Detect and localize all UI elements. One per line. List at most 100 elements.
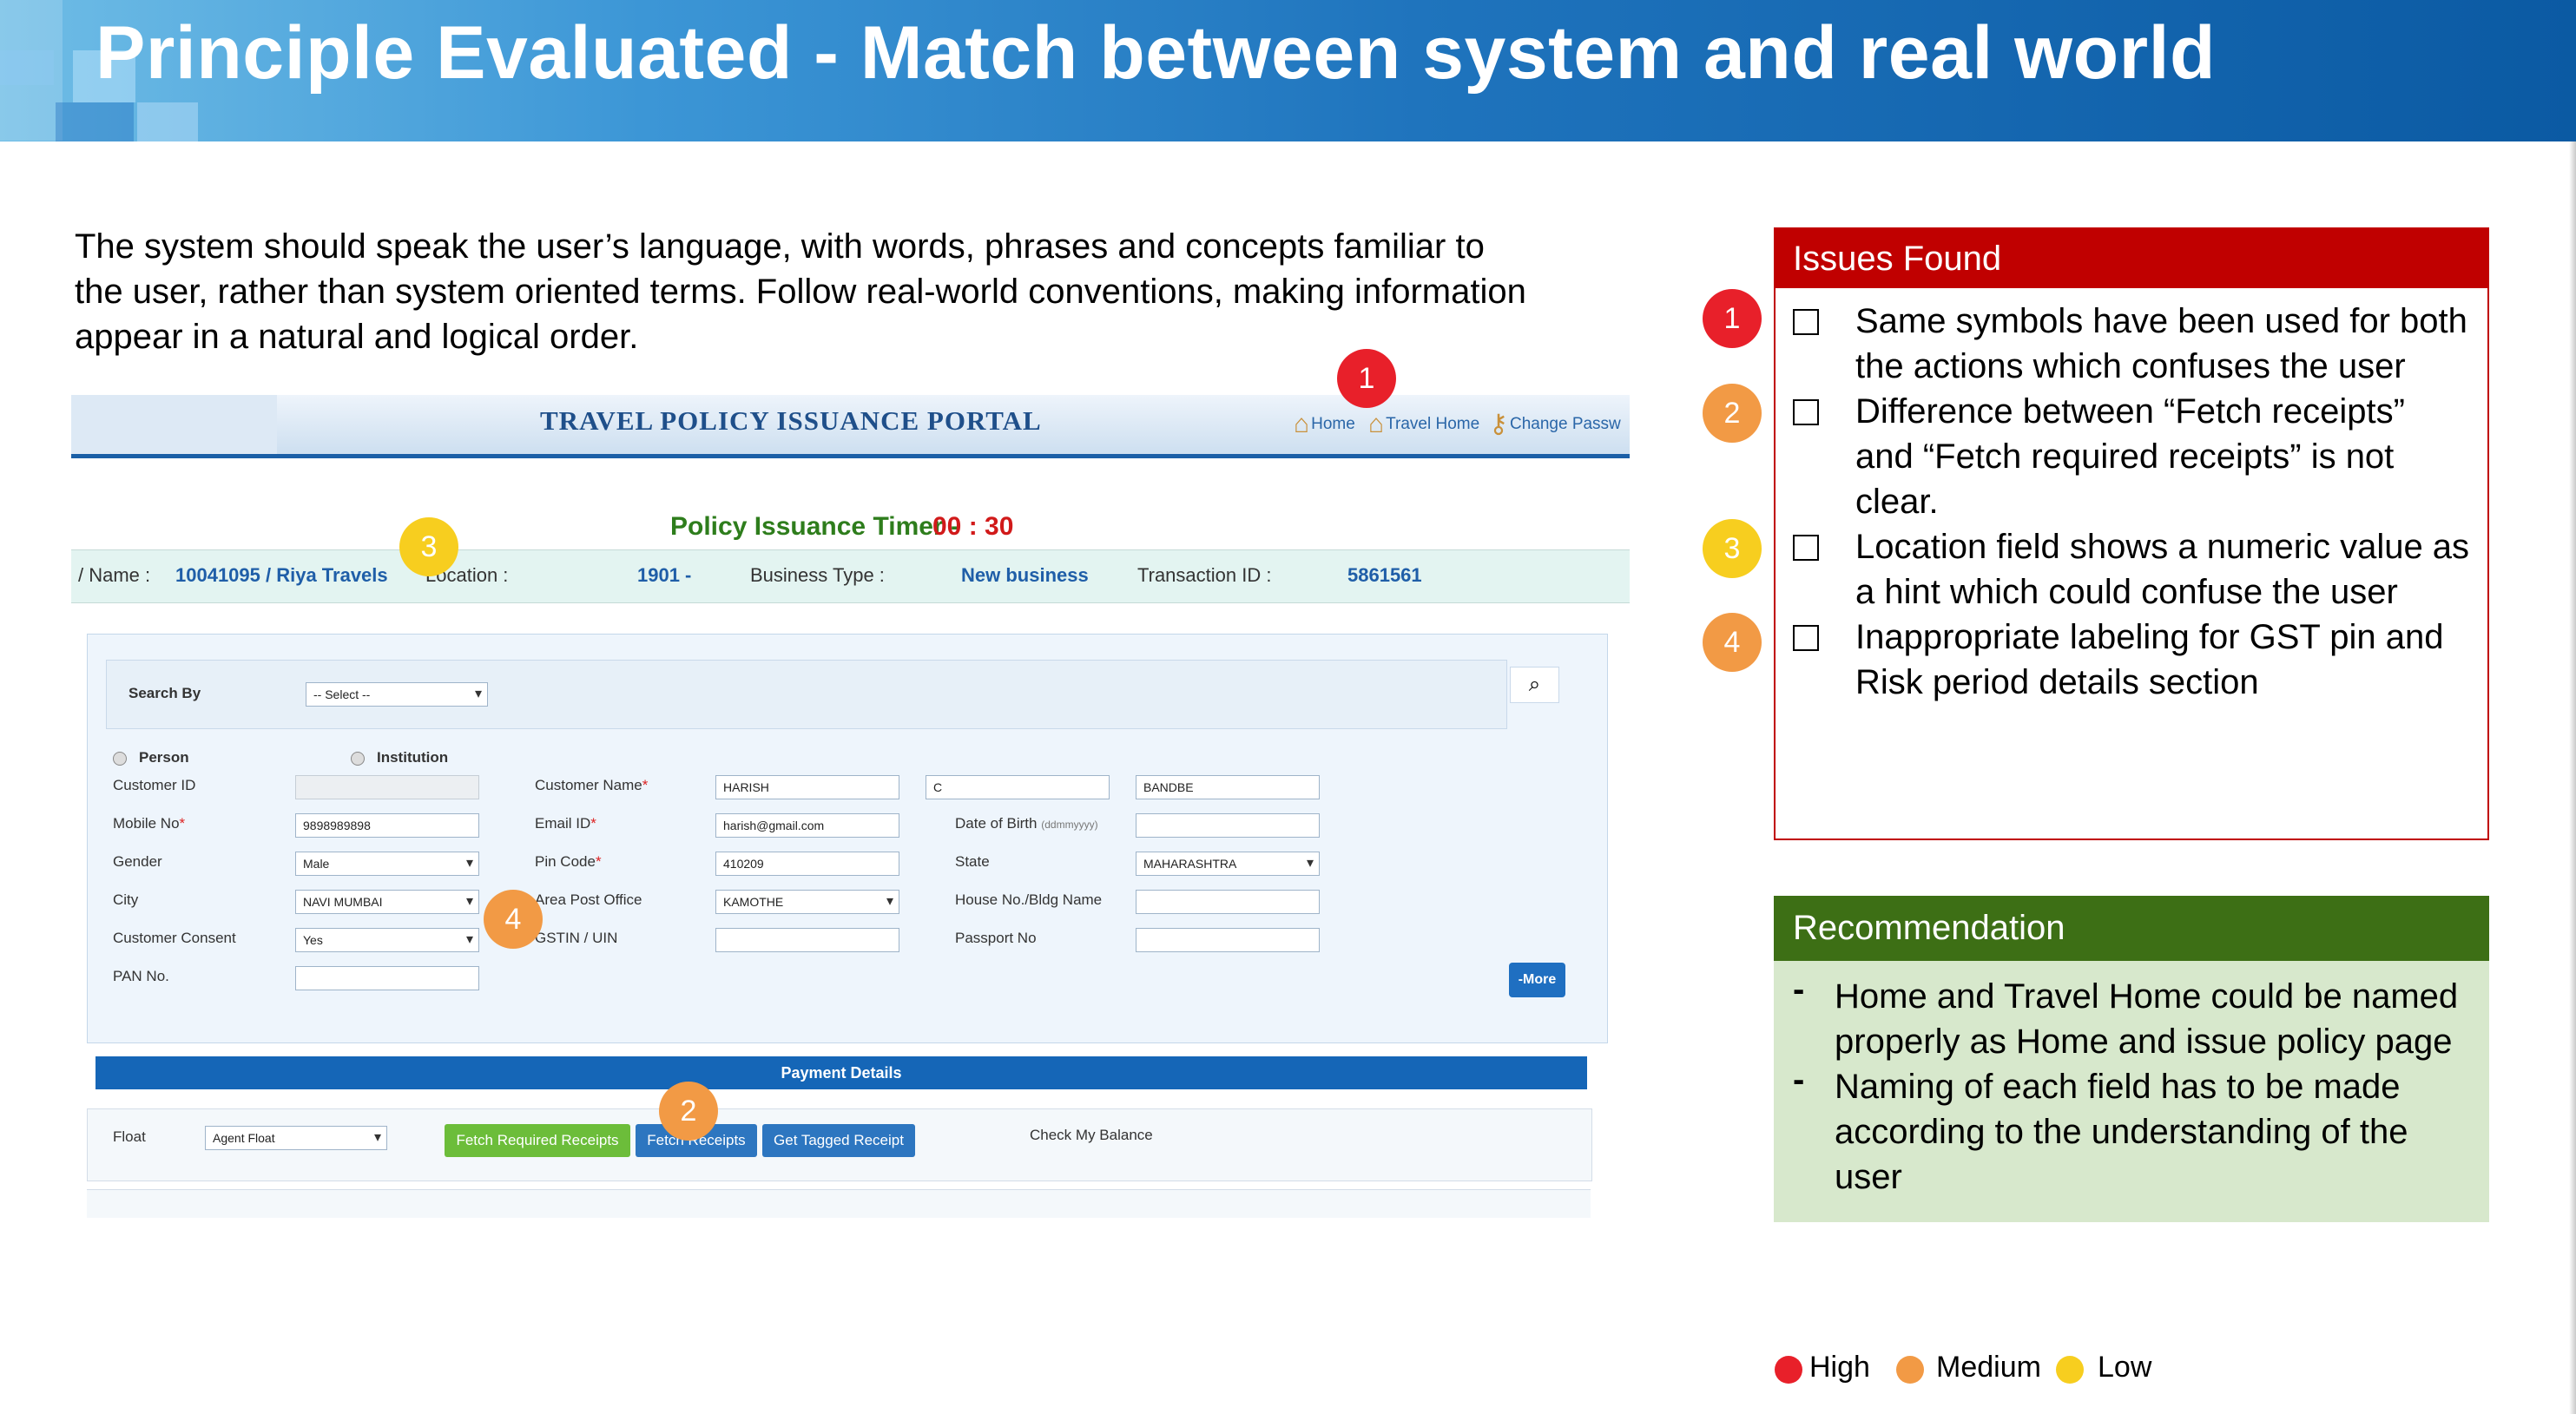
bullet-box-icon [1793, 309, 1819, 335]
city-select[interactable]: NAVI MUMBAI [295, 890, 479, 914]
gender-label: Gender [113, 853, 162, 870]
business-type-value: New business [961, 564, 1089, 586]
city-label: City [113, 891, 139, 908]
state-select[interactable]: MAHARASHTRA [1136, 852, 1320, 876]
transaction-id-label: Transaction ID : [1137, 564, 1272, 586]
legend-high-label: High [1809, 1351, 1870, 1384]
float-select[interactable]: Agent Float [205, 1126, 387, 1150]
check-balance-link[interactable]: Check My Balance [1030, 1127, 1153, 1144]
portal-screenshot: TRAVEL POLICY ISSUANCE PORTAL ⌂ Home ⌂ Tra… [71, 395, 1630, 1218]
issue-line: clear. [1855, 483, 1939, 521]
issue-marker-2: 2 [1703, 384, 1762, 443]
house-label: House No./Bldg Name [955, 891, 1103, 908]
pan-field[interactable] [295, 966, 479, 990]
person-radio-label: Person [139, 749, 189, 766]
consent-select[interactable]: Yes [295, 928, 479, 952]
consent-label: Customer Consent [113, 930, 236, 946]
issue-line: Same symbols have been used for both [1855, 302, 2467, 340]
get-tagged-receipt-button[interactable]: Get Tagged Receipt [762, 1124, 915, 1157]
bullet-box-icon [1793, 625, 1819, 651]
area-post-office-label: Area Post Office [535, 891, 642, 908]
issue-item: Same symbols have been used for both the… [1855, 299, 2480, 389]
issue-line: Risk period details section [1855, 663, 2259, 701]
nav-travel-home-label: Travel Home [1386, 415, 1480, 434]
principle-description: The system should speak the user’s langu… [75, 224, 1672, 359]
legend-medium-dot [1896, 1356, 1924, 1384]
person-radio[interactable] [113, 752, 127, 766]
dash-bullet-icon: - [1793, 970, 1805, 1009]
last-name-field[interactable]: BANDBE [1136, 775, 1320, 799]
nav-change-password-link[interactable]: ⚷ Change Passw [1489, 398, 1621, 451]
nav-home-link[interactable]: ⌂ Home [1294, 398, 1355, 451]
middle-name-field[interactable]: C [926, 775, 1110, 799]
intro-line: appear in a natural and logical order. [75, 318, 639, 356]
marker-3: 3 [399, 517, 458, 576]
passport-field[interactable] [1136, 928, 1320, 952]
next-section-stub [87, 1189, 1591, 1218]
area-post-office-select[interactable]: KAMOTHE [715, 890, 899, 914]
house-field[interactable] [1136, 890, 1320, 914]
float-label: Float [113, 1128, 146, 1145]
customer-id-field[interactable] [295, 775, 479, 799]
nav-change-password-label: Change Passw [1509, 415, 1621, 434]
mobile-field[interactable]: 9898989898 [295, 813, 479, 838]
issue-item: Inappropriate labeling for GST pin and R… [1855, 615, 2480, 705]
recommendation-title: Recommendation [1774, 896, 2489, 961]
issue-marker-3: 3 [1703, 519, 1762, 578]
passport-label: Passport No [955, 930, 1037, 946]
recommendation-item: Home and Travel Home could be named prop… [1835, 974, 2468, 1064]
legend-high-dot [1775, 1356, 1802, 1384]
slide-header: Principle Evaluated - Match between syst… [0, 0, 2576, 141]
recommendation-line: Naming of each field has to be made [1835, 1068, 2401, 1106]
home-icon: ⌂ [1294, 410, 1310, 438]
dob-hint: (ddmmyyyy) [1041, 819, 1098, 831]
dob-field[interactable] [1136, 813, 1320, 838]
gender-select[interactable]: Male [295, 852, 479, 876]
issue-item: Location field shows a numeric value as … [1855, 524, 2480, 615]
portal-title: TRAVEL POLICY ISSUANCE PORTAL [540, 405, 1042, 436]
issue-line: and “Fetch required receipts” is not [1855, 437, 2395, 476]
pan-label: PAN No. [113, 968, 169, 984]
more-button[interactable]: -More [1509, 963, 1565, 997]
home-icon: ⌂ [1368, 410, 1385, 438]
marker-2: 2 [659, 1082, 718, 1141]
business-type-label: Business Type : [750, 564, 885, 586]
decor-square [56, 102, 134, 141]
search-by-select[interactable]: -- Select -- [306, 682, 488, 707]
marker-4: 4 [484, 890, 543, 949]
portal-header-tab [71, 395, 277, 454]
legend-low-label: Low [2098, 1351, 2152, 1384]
payment-details-header: Payment Details [96, 1056, 1587, 1089]
mobile-label: Mobile No* [113, 815, 186, 832]
legend-low-dot [2056, 1356, 2084, 1384]
recommendation-line: Home and Travel Home could be named [1835, 977, 2459, 1016]
email-field[interactable]: harish@gmail.com [715, 813, 899, 838]
issue-line: Inappropriate labeling for GST pin and [1855, 618, 2444, 656]
issue-line: Difference between “Fetch receipts” [1855, 392, 2405, 431]
policy-info-bar: / Name : 10041095 / Riya Travels Locatio… [71, 549, 1630, 603]
name-label: / Name : [78, 564, 151, 586]
pin-code-field[interactable]: 410209 [715, 852, 899, 876]
issue-line: the actions which confuses the user [1855, 347, 2406, 385]
timer-label: Policy Issuance Timer - [670, 512, 959, 541]
intro-line: the user, rather than system oriented te… [75, 273, 1526, 311]
recommendation-item: Naming of each field has to be made acco… [1835, 1064, 2468, 1200]
location-value: 1901 - [637, 564, 692, 586]
dash-bullet-icon: - [1793, 1061, 1805, 1099]
intro-line: The system should speak the user’s langu… [75, 227, 1485, 266]
fetch-required-receipts-button[interactable]: Fetch Required Receipts [445, 1124, 630, 1157]
search-by-label: Search By [128, 685, 201, 701]
nav-home-label: Home [1311, 415, 1355, 434]
email-label: Email ID* [535, 815, 596, 832]
nav-travel-home-link[interactable]: ⌂ Travel Home [1368, 398, 1479, 451]
first-name-field[interactable]: HARISH [715, 775, 899, 799]
search-icon[interactable]: ⌕ [1510, 667, 1559, 703]
timer-value: 00 : 30 [932, 512, 1014, 541]
issue-item: Difference between “Fetch receipts” and … [1855, 389, 2480, 524]
key-icon: ⚷ [1489, 410, 1508, 438]
recommendation-line: properly as Home and issue policy page [1835, 1023, 2453, 1061]
gstin-field[interactable] [715, 928, 899, 952]
issue-marker-1: 1 [1703, 289, 1762, 348]
institution-radio[interactable] [351, 752, 365, 766]
customer-name-label: Customer Name* [535, 777, 649, 793]
